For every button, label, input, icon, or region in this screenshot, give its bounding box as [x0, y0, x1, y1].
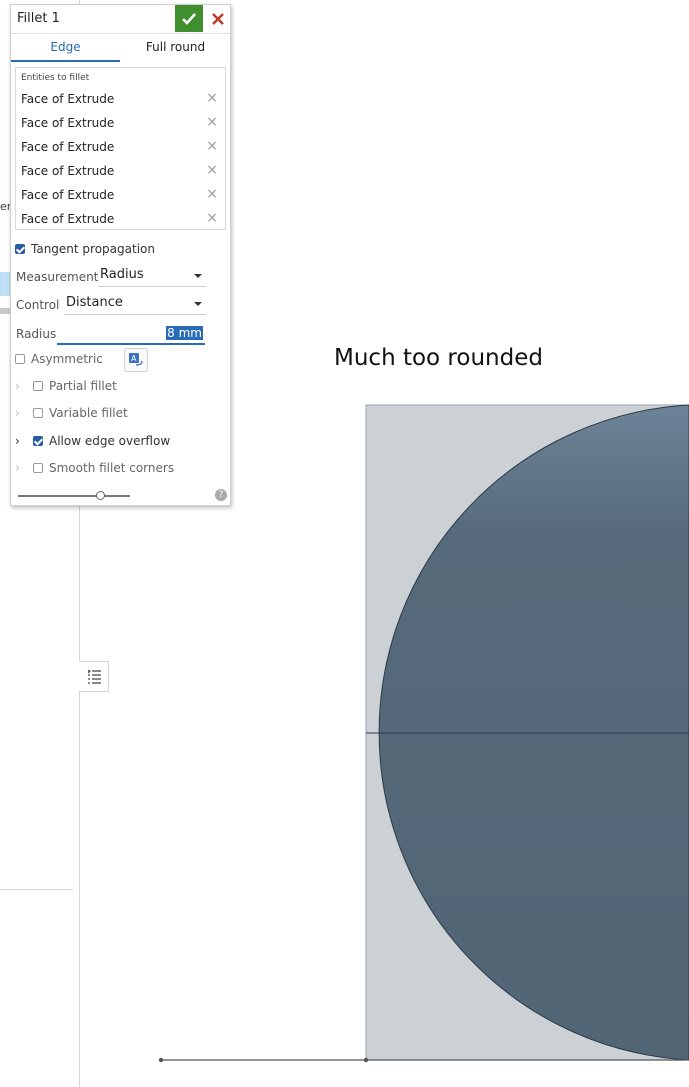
tab-full-round[interactable]: Full round: [121, 34, 230, 62]
slider-track[interactable]: [18, 491, 130, 500]
entities-label: Entities to fillet: [21, 73, 90, 83]
entity-label: Face of Extrude: [21, 116, 115, 130]
remove-icon[interactable]: ×: [206, 210, 218, 226]
entity-label: Face of Extrude: [21, 164, 115, 178]
chevron-right-icon[interactable]: ›: [15, 434, 27, 448]
list-item[interactable]: Face of Extrude ×: [21, 208, 222, 232]
svg-text:A: A: [131, 354, 137, 363]
smooth-fillet-corners-row[interactable]: › Smooth fillet corners: [15, 461, 174, 475]
partial-fillet-label: Partial fillet: [49, 379, 117, 393]
smooth-fillet-corners-checkbox[interactable]: [33, 463, 43, 473]
variable-fillet-label: Variable fillet: [49, 406, 128, 420]
measurement-select[interactable]: Radius: [98, 266, 206, 287]
list-item[interactable]: Face of Extrude ×: [21, 136, 222, 160]
chevron-down-icon: [194, 274, 202, 278]
tangent-propagation-row[interactable]: Tangent propagation: [15, 242, 155, 256]
accept-button[interactable]: [175, 5, 203, 32]
chevron-down-icon: [194, 302, 202, 306]
viewport-annotation: Much too rounded: [334, 345, 543, 371]
asymmetric-row[interactable]: Asymmetric: [15, 352, 103, 366]
chevron-right-icon[interactable]: ›: [15, 406, 27, 420]
control-select[interactable]: Distance: [64, 294, 206, 315]
tangent-propagation-checkbox[interactable]: [15, 244, 25, 254]
remove-icon[interactable]: ×: [206, 162, 218, 178]
help-icon[interactable]: ?: [215, 489, 227, 501]
asymmetric-label: Asymmetric: [31, 352, 103, 366]
check-icon: [182, 12, 196, 25]
remove-icon[interactable]: ×: [206, 186, 218, 202]
sketch-point[interactable]: [363, 1057, 369, 1063]
slider-handle[interactable]: [96, 491, 105, 500]
dialog-header: Fillet 1: [11, 5, 230, 33]
measurement-label: Measurement: [16, 270, 99, 284]
entity-label: Face of Extrude: [21, 188, 115, 202]
asymmetric-checkbox[interactable]: [15, 354, 25, 364]
tab-edge[interactable]: Edge: [11, 34, 120, 62]
flip-icon: A: [129, 353, 143, 366]
list-item[interactable]: Face of Extrude ×: [21, 88, 222, 112]
smooth-fillet-corners-label: Smooth fillet corners: [49, 461, 175, 475]
partial-fillet-checkbox[interactable]: [33, 381, 43, 391]
radius-input[interactable]: 8 mm: [57, 325, 205, 345]
entity-label: Face of Extrude: [21, 140, 115, 154]
radius-value: 8 mm: [166, 326, 203, 340]
tangent-propagation-label: Tangent propagation: [31, 242, 155, 256]
sketch-point[interactable]: [158, 1057, 164, 1063]
remove-icon[interactable]: ×: [206, 114, 218, 130]
chevron-right-icon[interactable]: ›: [15, 379, 27, 393]
list-item[interactable]: Face of Extrude ×: [21, 160, 222, 184]
list-item[interactable]: Face of Extrude ×: [21, 184, 222, 208]
tab-bar: Edge Full round: [11, 33, 230, 62]
variable-fillet-checkbox[interactable]: [33, 408, 43, 418]
allow-edge-overflow-row[interactable]: › Allow edge overflow: [15, 434, 170, 448]
remove-icon[interactable]: ×: [206, 90, 218, 106]
entity-label: Face of Extrude: [21, 212, 115, 226]
flip-direction-button[interactable]: A: [124, 348, 148, 372]
dialog-title: Fillet 1: [17, 11, 60, 26]
remove-icon[interactable]: ×: [206, 138, 218, 154]
variable-fillet-row[interactable]: › Variable fillet: [15, 406, 128, 420]
radius-label: Radius: [16, 327, 57, 341]
entity-label: Face of Extrude: [21, 92, 115, 106]
measurement-value: Radius: [100, 267, 144, 282]
fillet-dialog: Fillet 1 Edge Full round Entities to fil…: [10, 4, 231, 506]
control-label: Control: [16, 298, 60, 312]
close-icon: [211, 12, 224, 25]
control-value: Distance: [66, 295, 123, 310]
allow-edge-overflow-checkbox[interactable]: [33, 436, 43, 446]
allow-edge-overflow-label: Allow edge overflow: [49, 434, 171, 448]
cancel-button[interactable]: [205, 5, 230, 32]
entities-list[interactable]: Entities to fillet Face of Extrude × Face…: [15, 67, 226, 230]
chevron-right-icon[interactable]: ›: [15, 461, 27, 475]
partial-fillet-row[interactable]: › Partial fillet: [15, 379, 117, 393]
list-item[interactable]: Face of Extrude ×: [21, 112, 222, 136]
